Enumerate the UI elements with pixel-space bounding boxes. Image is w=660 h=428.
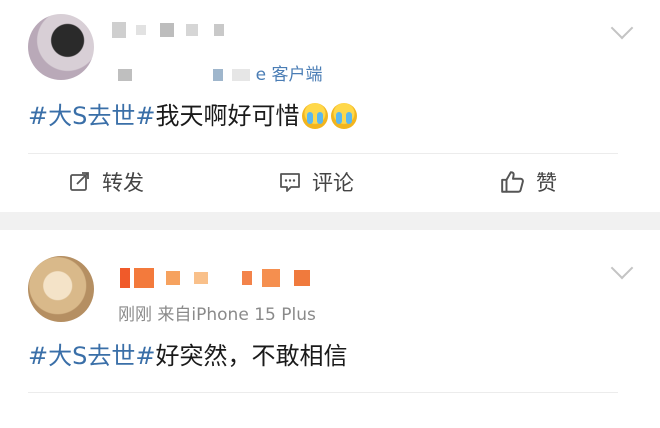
like-button[interactable]: 赞 <box>500 156 557 208</box>
post-text: 我天啊好可惜 <box>155 102 300 130</box>
hashtag-link[interactable]: #大S去世# <box>28 102 155 130</box>
divider <box>28 153 618 154</box>
avatar[interactable] <box>28 256 94 322</box>
thumbs-up-icon <box>501 171 524 193</box>
repost-button[interactable]: 转发 <box>68 156 144 208</box>
post-content: #大S去世#我天啊好可惜 <box>28 100 358 132</box>
hashtag-link[interactable]: #大S去世# <box>28 342 155 370</box>
timestamp-source: 刚刚 来自iPhone 15 Plus <box>118 305 316 325</box>
action-bar: 转发 评论 赞 <box>0 156 660 208</box>
username-blurred[interactable] <box>112 22 224 38</box>
post-separator <box>0 212 660 230</box>
comment-button[interactable]: 评论 <box>278 156 354 208</box>
chevron-down-icon[interactable] <box>610 256 634 280</box>
source-line: e 客户端 <box>118 60 323 85</box>
chevron-down-icon[interactable] <box>610 16 634 40</box>
post-text: 好突然，不敢相信 <box>155 342 348 370</box>
like-label: 赞 <box>536 171 557 195</box>
avatar[interactable] <box>28 14 94 80</box>
post-card: 刚刚 来自iPhone 15 Plus #大S去世#好突然，不敢相信 <box>0 230 660 428</box>
username-blurred[interactable] <box>120 268 310 288</box>
comment-label: 评论 <box>312 171 354 195</box>
crying-face-icon <box>331 103 358 129</box>
crying-face-icon <box>302 103 329 129</box>
divider <box>28 392 618 393</box>
post-card: e 客户端 #大S去世#我天啊好可惜 转发 评论 赞 <box>0 0 660 212</box>
source-text: e 客户端 <box>255 65 323 85</box>
repost-label: 转发 <box>102 171 144 195</box>
post-content: #大S去世#好突然，不敢相信 <box>28 340 347 372</box>
share-icon <box>70 172 89 191</box>
comment-icon <box>280 173 300 192</box>
